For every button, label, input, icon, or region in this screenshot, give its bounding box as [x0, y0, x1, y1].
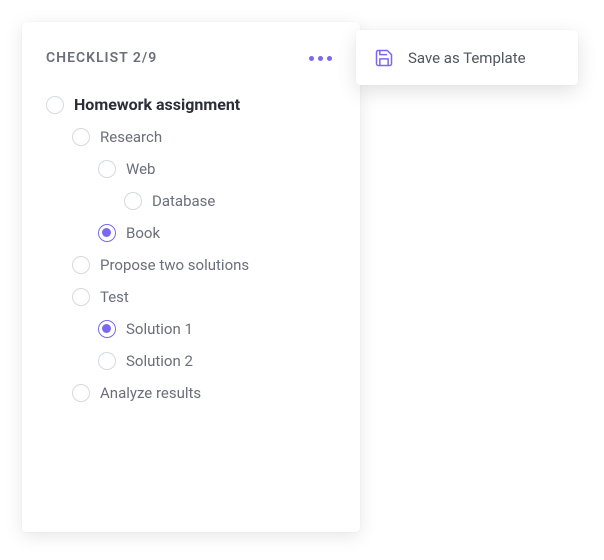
checklist-item: Analyze results — [72, 377, 336, 409]
checklist-row[interactable]: Research — [72, 121, 336, 153]
checklist-item-label: Research — [100, 128, 162, 146]
checklist-row[interactable]: Test — [72, 281, 336, 313]
radio-icon[interactable] — [72, 128, 90, 146]
checklist-row[interactable]: Homework assignment — [46, 88, 336, 121]
checklist-item: Test Solution 1 Solution 2 — [72, 281, 336, 377]
radio-icon[interactable] — [98, 320, 116, 338]
checklist-item: Database — [124, 185, 336, 217]
save-template-menu-item[interactable]: Save as Template — [408, 49, 526, 67]
checklist-item-label: Book — [126, 224, 160, 242]
checklist-row[interactable]: Web — [98, 153, 336, 185]
checklist-item: Research Web Database Book — [72, 121, 336, 249]
checklist-item: Solution 1 — [98, 313, 336, 345]
checklist-item: Homework assignment Research Web Database Bo… — [46, 88, 336, 409]
checklist-item: Book — [98, 217, 336, 249]
checklist-item-label: Test — [100, 288, 129, 306]
checklist-row[interactable]: Propose two solutions — [72, 249, 336, 281]
checklist-item-label: Propose two solutions — [100, 256, 249, 274]
checklist-subtree: Database — [98, 185, 336, 217]
checklist-item-label: Solution 2 — [126, 352, 193, 370]
checklist-subtree: Web Database Book — [72, 153, 336, 249]
checklist-row[interactable]: Book — [98, 217, 336, 249]
more-options-button[interactable] — [305, 52, 336, 65]
radio-icon[interactable] — [124, 192, 142, 210]
radio-icon[interactable] — [46, 96, 64, 114]
save-icon — [374, 48, 394, 68]
checklist-title: CHECKLIST 2/9 — [46, 50, 157, 66]
radio-icon[interactable] — [98, 224, 116, 242]
checklist-item: Solution 2 — [98, 345, 336, 377]
checklist-row[interactable]: Analyze results — [72, 377, 336, 409]
radio-icon[interactable] — [98, 160, 116, 178]
checklist-tree: Homework assignment Research Web Database Bo… — [46, 88, 336, 409]
checklist-item: Web Database — [98, 153, 336, 217]
radio-icon[interactable] — [72, 256, 90, 274]
radio-icon[interactable] — [72, 384, 90, 402]
context-menu: Save as Template — [356, 30, 578, 85]
checklist-item-label: Homework assignment — [74, 95, 240, 114]
checklist-row[interactable]: Database — [124, 185, 336, 217]
checklist-item-label: Solution 1 — [126, 320, 193, 338]
checklist-card: CHECKLIST 2/9 Homework assignment Researc… — [22, 22, 360, 532]
card-header: CHECKLIST 2/9 — [46, 50, 336, 66]
checklist-item-label: Web — [126, 160, 155, 178]
radio-icon[interactable] — [72, 288, 90, 306]
checklist-item: Propose two solutions — [72, 249, 336, 281]
checklist-item-label: Analyze results — [100, 384, 201, 402]
checklist-row[interactable]: Solution 2 — [98, 345, 336, 377]
radio-icon[interactable] — [98, 352, 116, 370]
checklist-subtree: Solution 1 Solution 2 — [72, 313, 336, 377]
checklist-row[interactable]: Solution 1 — [98, 313, 336, 345]
checklist-item-label: Database — [152, 192, 215, 210]
checklist-subtree: Research Web Database Book Propose two solut… — [46, 121, 336, 409]
